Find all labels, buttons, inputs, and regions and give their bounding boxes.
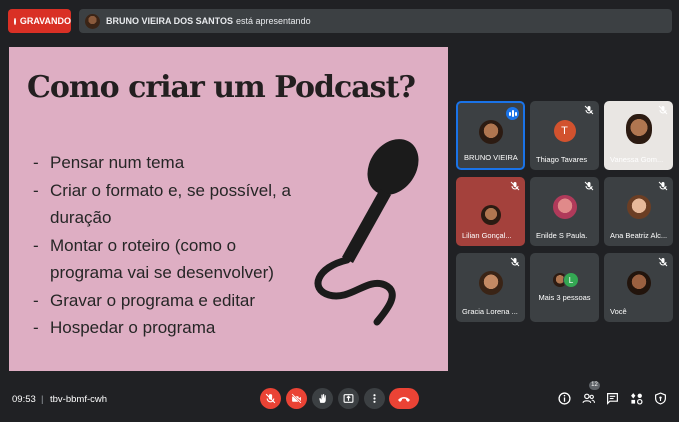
participant-tile[interactable]: T Thiago Tavares (530, 101, 599, 170)
slide-bullet: Gravar o programa e editar (33, 287, 303, 315)
slide-bullet: Pensar num tema (33, 149, 303, 177)
more-options-button[interactable] (364, 388, 385, 409)
mic-off-icon (658, 181, 668, 191)
participant-tile[interactable]: L Mais 3 pessoas (530, 253, 599, 322)
mic-off-icon (265, 393, 276, 404)
mic-off-icon (584, 181, 594, 191)
speaking-indicator-icon (506, 107, 519, 120)
people-button[interactable] (581, 391, 595, 405)
mic-off-icon (658, 105, 668, 115)
mic-off-icon (658, 257, 668, 267)
presentation-slide: Como criar um Podcast? Pensar num tema C… (9, 47, 448, 371)
microphone-icon (314, 139, 419, 326)
security-icon (654, 391, 666, 405)
participant-avatar: T (553, 120, 576, 143)
participant-name: Gracia Lorena ... (462, 307, 518, 316)
meeting-time: 09:53 (12, 394, 36, 405)
participant-name: Lilian Gonçal... (462, 231, 512, 240)
participant-name: Enilde S Paula. (536, 231, 588, 240)
mic-off-icon (584, 105, 594, 115)
participant-tile[interactable]: Você (604, 253, 673, 322)
recording-label: GRAVANDO (19, 16, 71, 26)
slide-title: Como criar um Podcast? (27, 70, 416, 105)
recording-badge: GRAVANDO (8, 9, 71, 33)
participant-avatar (480, 204, 501, 225)
slide-bullet: Hospedar o programa (33, 314, 303, 342)
participant-name: Vanessa Gom... (610, 155, 664, 164)
participant-avatar (478, 271, 503, 296)
present-screen-icon (343, 394, 354, 403)
meeting-code: tbv-bbmf-cwh (50, 394, 108, 405)
raise-hand-icon (319, 394, 326, 403)
raise-hand-button[interactable] (312, 388, 333, 409)
recording-dot-icon (14, 17, 16, 25)
activities-icon (630, 392, 643, 405)
mic-off-icon (510, 257, 520, 267)
participant-avatar (626, 195, 651, 220)
bottom-control-bar: 09:53 | tbv-bbmf-cwh 12 (0, 378, 679, 422)
participant-name: Você (610, 307, 627, 316)
presenter-name: BRUNO VIEIRA DOS SANTOS (106, 16, 234, 26)
participant-tile[interactable]: Lilian Gonçal... (456, 177, 525, 246)
divider: | (41, 394, 44, 405)
camera-toggle-button[interactable] (286, 388, 307, 409)
participant-name: Thiago Tavares (536, 155, 588, 164)
meeting-details-button[interactable] (557, 391, 571, 405)
participant-avatar (625, 113, 652, 144)
more-options-icon (373, 394, 376, 403)
participant-tile[interactable]: Vanessa Gom... (604, 101, 673, 170)
activities-button[interactable] (629, 391, 643, 405)
participant-name: Mais 3 pessoas (538, 293, 591, 302)
participant-avatar (626, 271, 651, 296)
info-icon (557, 391, 571, 405)
present-screen-button[interactable] (338, 388, 359, 409)
participant-name: BRUNO VIEIRA ... (464, 153, 519, 162)
leave-call-button[interactable] (389, 388, 419, 409)
slide-bullet: Montar o roteiro (como o programa vai se… (33, 232, 303, 287)
hang-up-icon (398, 396, 410, 402)
mic-off-icon (510, 181, 520, 191)
participant-tile[interactable]: Enilde S Paula. (530, 177, 599, 246)
host-controls-button[interactable] (653, 391, 667, 405)
people-icon (581, 393, 595, 403)
participant-name: Ana Beatriz Alc... (610, 231, 668, 240)
presenting-banner: BRUNO VIEIRA DOS SANTOS está apresentand… (79, 9, 672, 33)
participant-tile[interactable]: Gracia Lorena ... (456, 253, 525, 322)
chat-icon (606, 392, 618, 405)
presenter-status: está apresentando (236, 16, 311, 26)
participant-avatar (478, 119, 503, 144)
microphone-toggle-button[interactable] (260, 388, 281, 409)
camera-off-icon (291, 393, 302, 404)
participant-tile[interactable]: BRUNO VIEIRA ... (456, 101, 525, 170)
participant-avatar: L (563, 272, 579, 288)
participant-tile[interactable]: Ana Beatriz Alc... (604, 177, 673, 246)
slide-bullet-list: Pensar num tema Criar o formato e, se po… (33, 149, 303, 342)
presenter-avatar (85, 13, 100, 29)
participant-count-badge: 12 (589, 381, 600, 390)
chat-button[interactable] (605, 391, 619, 405)
slide-bullet: Criar o formato e, se possível, a duraçã… (33, 177, 303, 232)
participant-avatar (552, 195, 577, 220)
